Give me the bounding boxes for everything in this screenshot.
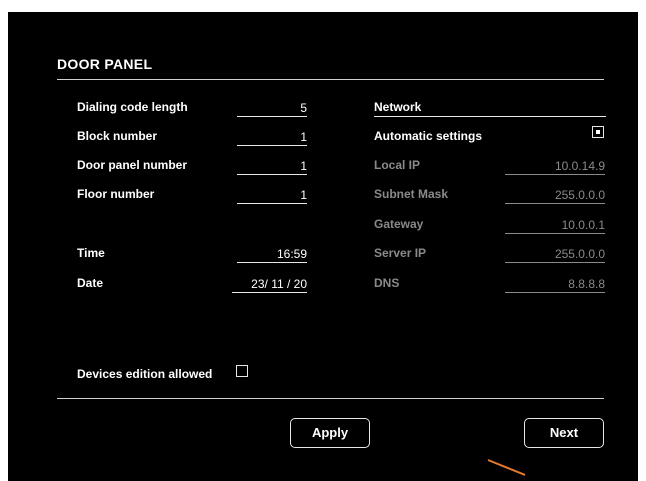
- time-field[interactable]: 16:59: [237, 246, 307, 263]
- door-panel-number-label: Door panel number: [77, 158, 188, 172]
- radio-selected-dot: [596, 130, 600, 134]
- automatic-settings-radio[interactable]: [592, 126, 604, 138]
- door-panel-screen: DOOR PANEL Dialing code length 5 Block n…: [8, 12, 638, 481]
- block-number-field[interactable]: 1: [237, 129, 307, 146]
- dialing-code-length-field[interactable]: 5: [237, 100, 307, 117]
- floor-number-field[interactable]: 1: [237, 187, 307, 204]
- network-header: Network: [374, 100, 422, 114]
- subnet-mask-field[interactable]: 255.0.0.0: [505, 187, 605, 204]
- network-divider: [374, 116, 606, 117]
- gateway-label: Gateway: [374, 217, 424, 231]
- block-number-label: Block number: [77, 129, 158, 143]
- door-panel-number-field[interactable]: 1: [237, 158, 307, 175]
- date-label: Date: [77, 276, 104, 290]
- dns-field[interactable]: 8.8.8.8: [505, 276, 605, 293]
- subnet-mask-label: Subnet Mask: [374, 187, 449, 201]
- title-divider: [57, 79, 604, 80]
- devices-edition-label: Devices edition allowed: [77, 367, 213, 381]
- server-ip-label: Server IP: [374, 246, 427, 260]
- time-label: Time: [77, 246, 105, 260]
- devices-edition-checkbox[interactable]: [236, 365, 248, 377]
- floor-number-label: Floor number: [77, 187, 155, 201]
- gateway-field[interactable]: 10.0.0.1: [505, 217, 605, 234]
- bottom-divider: [57, 398, 604, 399]
- local-ip-label: Local IP: [374, 158, 421, 172]
- next-button[interactable]: Next: [524, 418, 604, 448]
- apply-button[interactable]: Apply: [290, 418, 370, 448]
- server-ip-field[interactable]: 255.0.0.0: [505, 246, 605, 263]
- automatic-settings-label: Automatic settings: [374, 129, 483, 143]
- local-ip-field[interactable]: 10.0.14.9: [505, 158, 605, 175]
- dns-label: DNS: [374, 276, 400, 290]
- date-field[interactable]: 23/ 11 / 20: [232, 276, 307, 293]
- page-title: DOOR PANEL: [57, 56, 153, 72]
- dialing-code-length-label: Dialing code length: [77, 100, 188, 114]
